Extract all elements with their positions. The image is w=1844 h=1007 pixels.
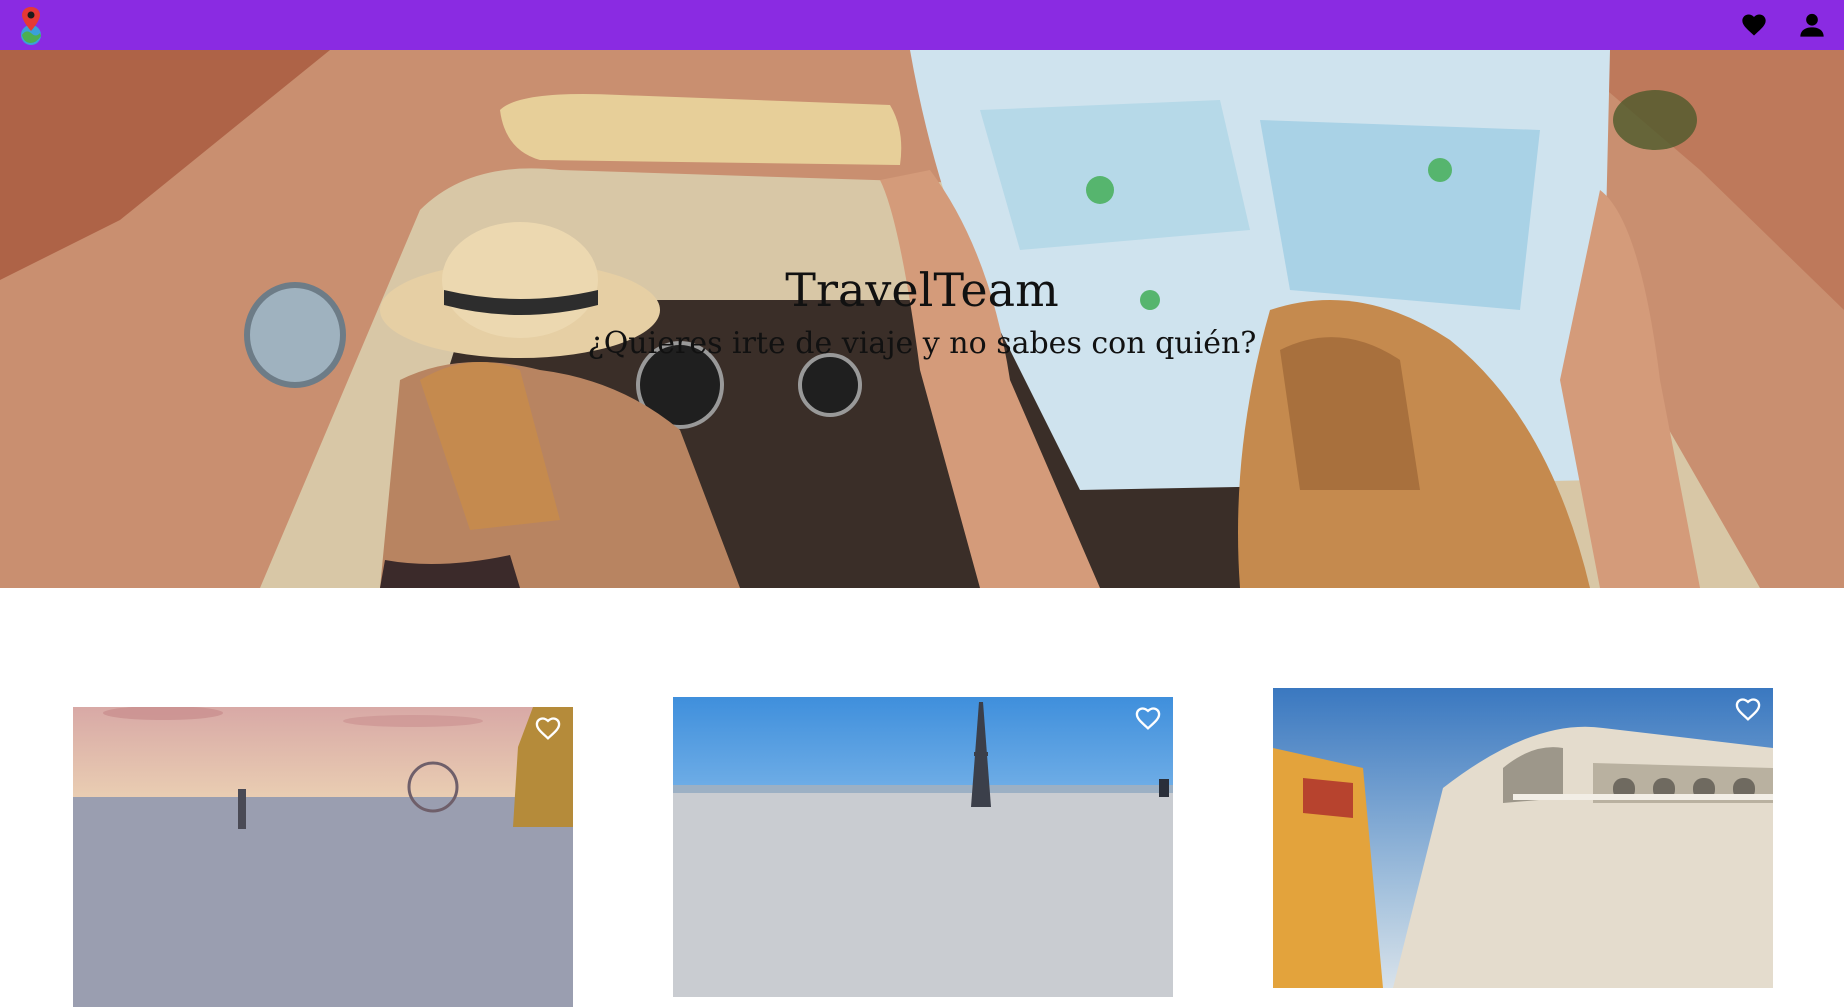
top-navbar [0,0,1844,50]
venice-rialto-bridge-image [1273,688,1773,988]
heart-outline-icon[interactable] [533,715,563,743]
heart-outline-icon[interactable] [1133,705,1163,733]
destination-card-venice[interactable] [1273,688,1773,988]
hero-title: TravelTeam [785,263,1059,317]
london-skyline-image [73,707,573,1007]
hero-subtitle: ¿Quieres irte de viaje y no sabes con qu… [587,326,1257,361]
map-pin-globe-icon[interactable] [14,5,48,45]
hero-text: TravelTeam ¿Quieres irte de viaje y no s… [0,262,1844,364]
user-icon[interactable] [1798,11,1826,39]
destination-card-london[interactable] [73,707,573,1007]
heart-outline-icon[interactable] [1733,696,1763,724]
destination-card-paris[interactable] [673,697,1173,997]
hero-banner: TravelTeam ¿Quieres irte de viaje y no s… [0,50,1844,588]
destination-list [0,588,1844,1007]
heart-icon[interactable] [1740,11,1768,39]
paris-eiffel-tower-image [673,697,1173,997]
navbar-actions [1740,11,1830,39]
